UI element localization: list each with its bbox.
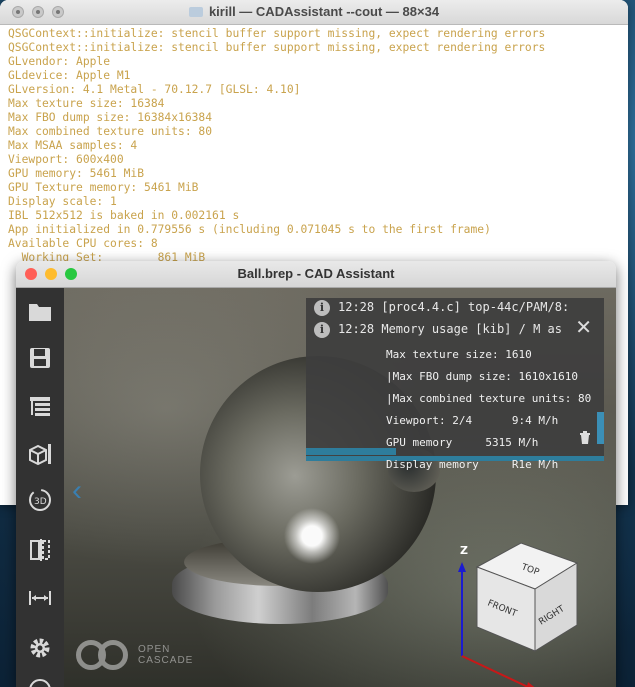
terminal-title: kirill — CADAssistant --cout — 88×34 [0,4,628,19]
trash-icon[interactable] [578,430,592,444]
measure-icon[interactable] [24,582,56,614]
explode-icon[interactable] [24,438,56,470]
toolbar-sidebar: 3D [16,288,64,687]
terminal-line: Max texture size: 16384 [8,97,165,110]
terminal-line: GLdevice: Apple M1 [8,69,131,82]
terminal-titlebar[interactable]: kirill — CADAssistant --cout — 88×34 [0,0,628,25]
terminal-line: GLvendor: Apple [8,55,111,68]
svg-text:3D: 3D [34,497,47,507]
panel-progress-strip [306,448,396,455]
message-panel[interactable]: i 12:28 [proc4.4.c] top-44c/PAM/8: i 12:28 … [306,298,604,471]
message-line: |Max combined texture units: 80 [386,392,592,405]
info-icon: i [314,322,330,338]
message-row[interactable]: i 12:28 Memory usage [kib] / M as [314,322,562,338]
terminal-line: GPU Texture memory: 5461 MiB [8,181,199,194]
close-icon[interactable]: ✕ [575,318,592,338]
help-icon[interactable] [24,674,56,687]
open-cascade-logo: OPEN CASCADE [76,638,193,672]
terminal-line: Max FBO dump size: 16384x16384 [8,111,213,124]
view-cube[interactable]: TOP FRONT RIGHT [471,539,583,655]
terminal-line: Viewport: 600x400 [8,153,124,166]
folder-icon [188,7,203,17]
message-row[interactable]: i 12:28 [proc4.4.c] top-44c/PAM/8: [314,300,569,316]
message-line: GPU memory 5315 M/h [386,436,539,449]
terminal-output[interactable]: QSGContext::initialize: stencil buffer s… [0,25,628,267]
message-line: Viewport: 2/4 9:4 M/h [386,414,559,427]
folder-icon[interactable] [24,296,56,328]
message-text: Memory usage [kib] / M as [381,322,562,336]
settings-icon[interactable] [24,632,56,664]
terminal-line: Display scale: 1 [8,195,117,208]
terminal-line: IBL 512x512 is baked in 0.002161 s [8,209,240,222]
terminal-line: Max MSAA samples: 4 [8,139,138,152]
terminal-line: App initialized in 0.779556 s (including… [8,223,491,236]
tree-icon[interactable] [24,390,56,422]
cad-title: Ball.brep - CAD Assistant [237,266,395,281]
3d-viewport[interactable]: 3D ‹ OPEN CASCADE i 12:28 [proc4.4.c] top-… [16,288,616,687]
message-line: |Max FBO dump size: 1610x1610 [386,370,579,383]
terminal-line: Max combined texture units: 80 [8,125,213,138]
message-text: [proc4.4.c] top-44c/PAM/8: [381,300,570,314]
message-time: 12:28 [338,322,375,336]
info-icon: i [314,300,330,316]
section-icon[interactable] [24,534,56,566]
message-line: Display memory R1e M/h [386,458,559,471]
panel-toggle-arrow-icon[interactable]: ‹ [72,474,82,508]
terminal-line: QSGContext::initialize: stencil buffer s… [8,27,546,40]
message-time: 12:28 [338,300,375,314]
scrollbar[interactable] [597,412,604,444]
terminal-line: GPU memory: 5461 MiB [8,167,145,180]
cad-assistant-window[interactable]: Ball.brep - CAD Assistant 3D ‹ OPEN CASC… [16,261,616,687]
axis-z-label: Z [460,544,468,557]
save-icon[interactable] [24,342,56,374]
3d-view-icon[interactable]: 3D [24,484,56,516]
terminal-line: Available CPU cores: 8 [8,237,158,250]
cad-titlebar[interactable]: Ball.brep - CAD Assistant [16,261,616,288]
terminal-line: QSGContext::initialize: stencil buffer s… [8,41,546,54]
terminal-line: GLversion: 4.1 Metal - 70.12.7 [GLSL: 4.… [8,83,301,96]
message-line: Max texture size: 1610 [386,348,532,361]
